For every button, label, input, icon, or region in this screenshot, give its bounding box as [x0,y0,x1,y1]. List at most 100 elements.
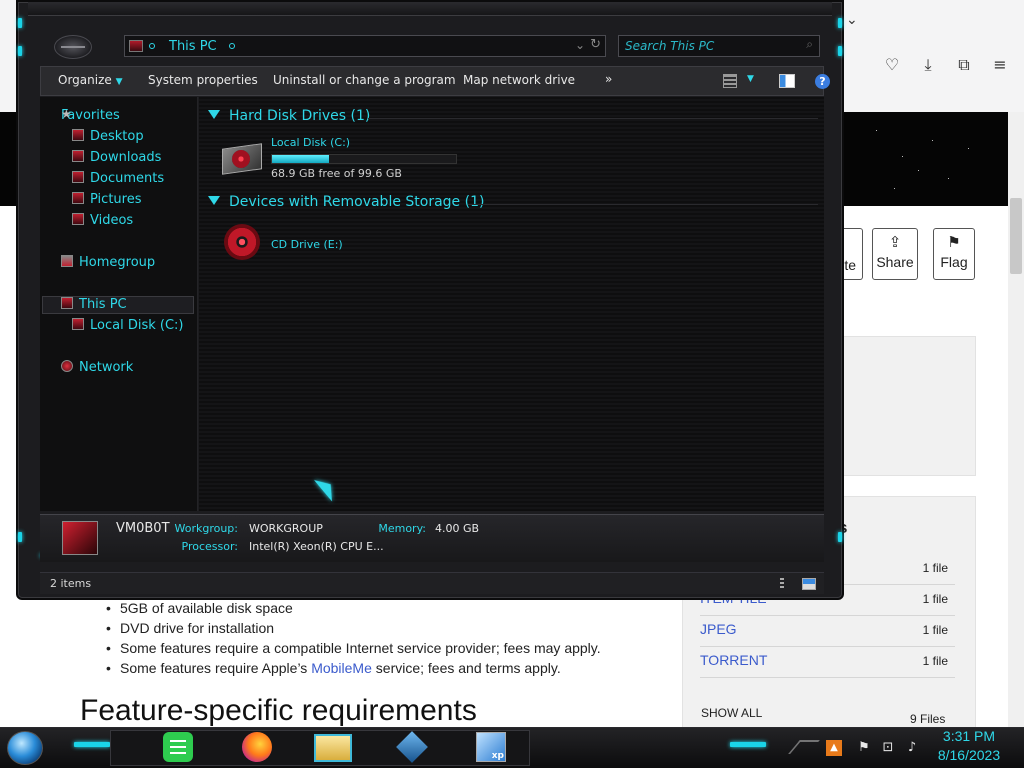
show-all-link[interactable]: SHOW ALL [701,706,762,720]
memory-label: Memory: [378,522,426,535]
cd-drive-icon[interactable] [224,224,260,260]
hard-drive-icon[interactable] [222,140,262,176]
mobileme-link[interactable]: MobileMe [311,660,372,676]
pictures-icon [72,192,84,204]
chevron-down-icon: ▼ [115,77,123,87]
help-icon[interactable]: ? [815,74,830,89]
share-button[interactable]: ⇪ Share [872,228,918,280]
organize-button[interactable]: Organize ▼ [58,73,123,87]
share-icon: ⇪ [888,234,902,251]
search-input[interactable] [625,38,795,54]
drive-e-name[interactable]: CD Drive (E:) [271,238,343,251]
tray-app-icon[interactable]: ▲ [826,740,842,756]
group-header-removable[interactable]: Devices with Removable Storage (1) [208,194,484,210]
preview-pane-icon[interactable] [779,74,795,88]
computer-name: VM0B0T [116,521,170,536]
clock-time[interactable]: 3:31 PM [930,728,1008,744]
drive-usage-bar [271,154,457,164]
details-view-icon[interactable] [780,578,784,590]
desktop-icon [72,129,84,141]
nav-item-homegroup[interactable]: Homegroup [61,255,155,273]
page-scrollbar-thumb[interactable] [1010,198,1022,274]
nav-item-videos[interactable]: Videos [72,213,133,231]
computer-icon [62,521,98,555]
menu-icon[interactable]: ≡ [991,56,1009,74]
file-explorer-icon[interactable] [314,734,352,762]
group-header-hard-disks[interactable]: Hard Disk Drives (1) [208,108,370,124]
workgroup-label: Workgroup: [174,522,238,535]
details-pane: VM0B0T Workgroup: WORKGROUP Memory: 4.00… [40,514,824,562]
address-text[interactable]: This PC [169,39,217,54]
workgroup-value: WORKGROUP [249,522,323,535]
collapse-chevron-icon [208,196,220,205]
search-box[interactable]: ⌕ [618,35,820,57]
status-bar: 2 items [40,572,824,594]
extensions-icon[interactable]: ⧉ [955,56,973,74]
this-pc-icon [129,40,143,52]
nav-item-network[interactable]: Network [61,360,133,378]
tray-overflow-icon[interactable] [788,740,820,754]
nav-item-this-pc[interactable]: This PC [61,297,127,315]
xp-mode-icon[interactable]: xp [476,732,506,762]
files-total: 9 Files [910,712,946,726]
breadcrumb-arrow-icon[interactable] [229,43,235,49]
download-icon[interactable]: ⤓ [919,56,937,74]
firefox-icon[interactable] [242,732,272,762]
nav-item-documents[interactable]: Documents [72,171,164,189]
drive-icon [72,318,84,330]
requirements-list: 5GB of available disk space DVD drive fo… [106,598,601,678]
notes-icon[interactable] [163,732,193,762]
documents-icon [72,171,84,183]
homegroup-icon [61,255,73,267]
downloads-icon [72,150,84,162]
pocket-icon[interactable]: ♡ [883,56,901,74]
system-properties-button[interactable]: System properties [148,73,258,87]
nav-item-pictures[interactable]: Pictures [72,192,141,210]
map-network-drive-button[interactable]: Map network drive [463,73,575,87]
processor-value: Intel(R) Xeon(R) CPU E... [249,540,384,553]
group-divider [468,204,818,205]
back-forward-icon[interactable] [54,35,92,59]
breadcrumb-arrow-icon[interactable] [149,43,155,49]
large-icons-view-icon[interactable] [802,578,816,590]
flag-icon: ⚑ [947,234,961,251]
view-options-chevron-icon[interactable]: ▼ [747,74,754,84]
list-item: Some features require a compatible Inter… [106,638,601,658]
star-icon: ★ [61,107,72,121]
refresh-icon[interactable]: ↻ [590,37,601,52]
drive-usage-fill [272,155,329,163]
nav-item-downloads[interactable]: Downloads [72,150,161,168]
list-item: Some features require Apple’s MobileMe s… [106,658,601,678]
nav-item-local-disk[interactable]: Local Disk (C:) [72,318,183,336]
this-pc-icon [61,297,73,309]
more-commands-button[interactable]: » [605,72,612,86]
collapse-chevron-icon [208,110,220,119]
drive-c-name[interactable]: Local Disk (C:) [271,136,350,149]
search-icon[interactable]: ⌕ [806,37,813,52]
command-bar: Organize ▼ System properties Uninstall o… [40,66,830,96]
processor-label: Processor: [181,540,239,553]
uninstall-program-button[interactable]: Uninstall or change a program [273,73,456,87]
file-row[interactable]: TORRENT 1 file [700,647,955,678]
network-icon[interactable]: ⊡ [880,740,896,756]
group-divider [368,118,818,119]
address-dropdown-icon[interactable]: ⌄ [575,38,585,52]
address-bar[interactable]: This PC ⌄ ↻ [124,35,606,57]
drive-c-free-space: 68.9 GB free of 99.6 GB [271,167,402,180]
network-icon [61,360,73,372]
change-view-icon[interactable] [723,74,737,88]
section-heading: Feature-specific requirements [80,694,477,727]
file-row[interactable]: JPEG 1 file [700,616,955,647]
start-button[interactable] [7,731,43,765]
nav-item-favorites[interactable]: ★ Favorites [61,108,120,126]
action-center-flag-icon[interactable]: ⚑ [856,740,872,756]
memory-value: 4.00 GB [435,522,480,535]
volume-icon[interactable]: ♪ [904,740,920,756]
taskbar: xp ▲ ⚑ ⊡ ♪ 3:31 PM 8/16/2023 [0,727,1024,768]
videos-icon [72,213,84,225]
clock-date[interactable]: 8/16/2023 [930,747,1008,763]
flag-button[interactable]: ⚑ Flag [933,228,975,280]
nav-item-desktop[interactable]: Desktop [72,129,144,147]
list-item: DVD drive for installation [106,618,601,638]
tab-list-chevron-icon[interactable]: ⌄ [846,12,858,28]
